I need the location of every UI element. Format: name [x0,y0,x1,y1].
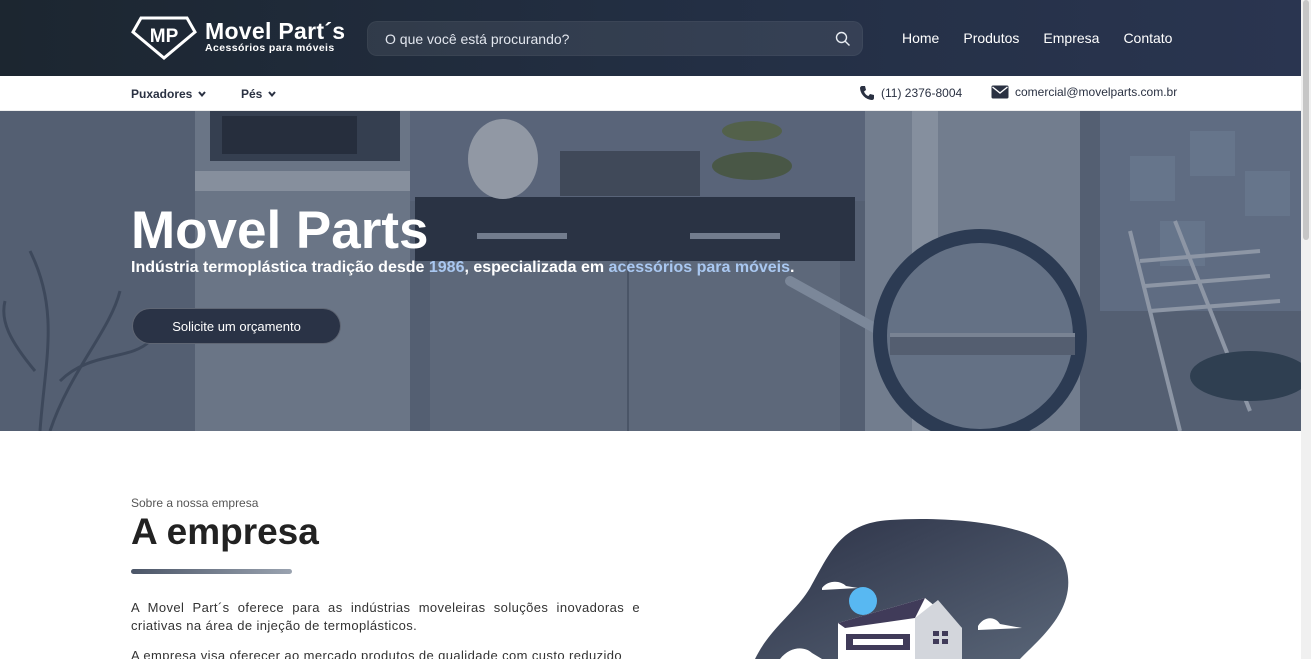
dropdown-pes-label: Pés [241,87,263,101]
nav-empresa[interactable]: Empresa [1043,30,1099,46]
about-title-divider [131,569,292,574]
house-illustration [755,519,1069,659]
top-header: MP Movel Part´s Acessórios para móveis H… [0,0,1301,76]
hero-subtitle-highlight: acessórios para móveis [608,259,790,276]
logo[interactable]: MP Movel Part´s Acessórios para móveis [131,14,345,62]
nav-home[interactable]: Home [902,30,939,46]
sub-nav-bar: Puxadores Pés (11) 2376-8004 comercial@m… [0,76,1301,111]
dropdown-puxadores[interactable]: Puxadores [131,87,207,101]
scrollbar-thumb[interactable] [1303,0,1309,240]
hero-subtitle-year: 1986 [428,259,465,276]
hero-banner: Movel Parts Indústria termoplástica trad… [0,111,1301,431]
search-box [367,21,863,56]
dropdown-puxadores-label: Puxadores [131,87,193,101]
about-kicker: Sobre a nossa empresa [131,496,259,510]
hero-subtitle-end: . [789,259,795,276]
chevron-down-icon [198,91,207,98]
chevron-down-icon [268,91,277,98]
page: MP Movel Part´s Acessórios para móveis H… [0,0,1311,659]
phone-icon [860,86,874,100]
about-title: A empresa [131,511,319,552]
mail-icon [991,85,1009,99]
main-nav: Home Produtos Empresa Contato [902,30,1196,46]
hero-subtitle-text: Indústria termoplástica tradição desde [131,259,429,276]
phone-contact[interactable]: (11) 2376-8004 [859,85,962,101]
about-paragraph-1: A Movel Part´s oferece para as indústria… [131,600,640,633]
request-quote-button[interactable]: Solicite um orçamento [132,308,341,344]
hero-subtitle-text-2: , especializada em [464,259,609,276]
dropdown-pes[interactable]: Pés [241,87,277,101]
logo-badge-icon: MP [131,16,197,60]
nav-produtos[interactable]: Produtos [963,30,1019,46]
logo-tagline: Acessórios para móveis [205,42,335,54]
email-address: comercial@movelparts.com.br [1015,85,1178,99]
search-icon[interactable] [834,30,852,48]
logo-name: Movel Part´s [205,18,346,44]
hero-title: Movel Parts [131,201,429,260]
nav-contato[interactable]: Contato [1123,30,1172,46]
logo-badge-text: MP [150,26,179,47]
about-paragraph-2: A empresa visa oferecer ao mercado produ… [131,648,623,659]
search-input[interactable] [368,22,828,55]
hero-subtitle: Indústria termoplástica tradição desde 1… [131,259,794,277]
email-contact[interactable]: comercial@movelparts.com.br [991,85,1177,99]
phone-number: (11) 2376-8004 [881,86,963,100]
